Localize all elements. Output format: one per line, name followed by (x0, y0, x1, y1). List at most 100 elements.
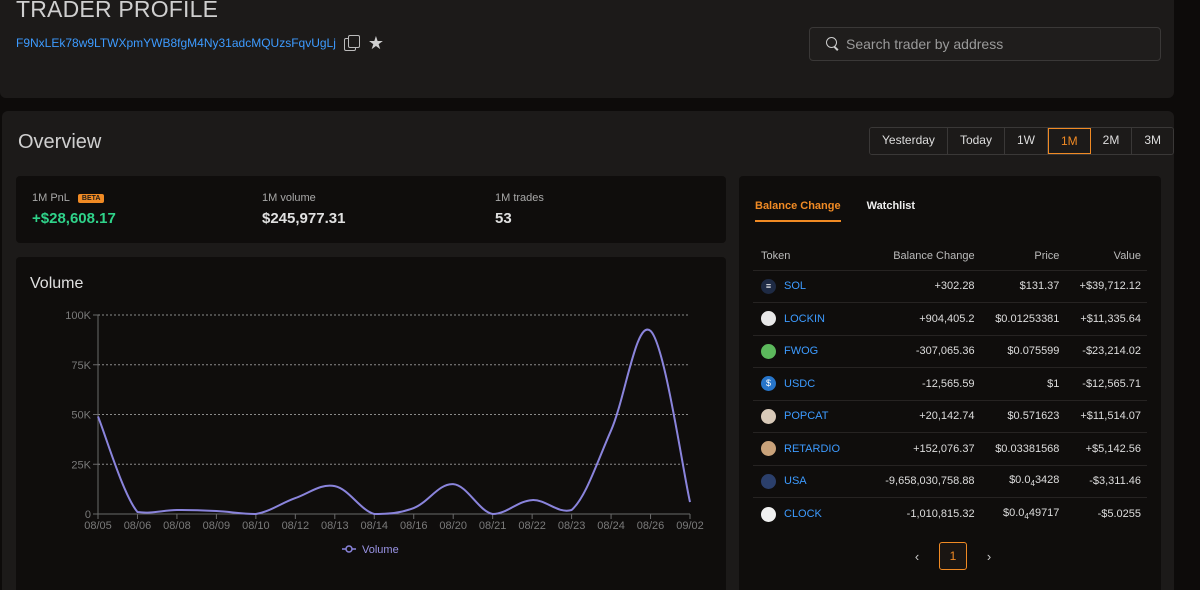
stats-card: 1M PnL BETA +$28,608.17 1M volume $245,9… (16, 176, 726, 243)
value-cell: +$11,514.07 (1065, 399, 1147, 433)
pager-next-button[interactable]: › (983, 549, 995, 564)
x-tick-label: 08/05 (84, 520, 112, 532)
volume-series-line (97, 328, 691, 516)
token-name[interactable]: USDC (784, 378, 815, 390)
beta-badge: BETA (77, 193, 105, 203)
pager: ‹ 1 › (911, 542, 995, 570)
table-row[interactable]: USA -9,658,030,758.88 $0.043428 -$3,311.46 (753, 464, 1147, 498)
value-cell: -$12,565.71 (1065, 367, 1147, 400)
balance-change-cell: +302.28 (865, 269, 981, 303)
table-row[interactable]: CLOCK -1,010,815.32 $0.0449717 -$5.0255 (753, 497, 1147, 530)
usdc-logo-icon: $ (761, 376, 776, 392)
x-tick-label: 08/10 (242, 520, 270, 532)
table-row[interactable]: POPCAT +20,142.74 $0.571623 +$11,514.07 (753, 399, 1147, 433)
retardio-logo-icon (761, 441, 776, 457)
range-tab-3m[interactable]: 3M (1132, 128, 1173, 154)
column-header-value: Value (1113, 249, 1141, 262)
volume-stat: 1M volume $245,977.31 (262, 192, 345, 227)
legend-marker-icon (345, 545, 353, 553)
balance-change-cell: -307,065.36 (865, 334, 981, 368)
volume-card: Volume 0 25K 50K 75K 100K 08/05 08/06 08/08 08/0… (16, 257, 726, 590)
x-tick-label: 08/16 (400, 520, 428, 532)
range-tab-yesterday[interactable]: Yesterday (870, 128, 948, 154)
column-header-balance-change: Balance Change (893, 249, 975, 262)
x-tick-label: 09/02 (676, 520, 704, 532)
x-tick-label: 08/21 (479, 520, 507, 532)
balance-change-cell: +904,405.2 (865, 302, 981, 335)
x-tick-label: 08/23 (558, 520, 586, 532)
x-tick-label: 08/22 (518, 520, 546, 532)
range-tab-1m[interactable]: 1M (1047, 128, 1091, 154)
search-input[interactable] (846, 36, 1146, 52)
volume-chart: 025K50K75K100K08/05 08/06 08/08 08/09 08/10 0… (65, 310, 704, 556)
volume-label: 1M volume (262, 192, 316, 204)
table-row[interactable]: RETARDIO +152,076.37 $0.03381568 +$5,142.56 (753, 432, 1147, 465)
price-cell: $0.043428 (980, 464, 1066, 498)
tab-watchlist[interactable]: Watchlist (867, 200, 916, 222)
table-row[interactable]: LOCKIN +904,405.2 $0.01253381 +$11,335.64 (753, 302, 1147, 335)
popcat-logo-icon (761, 408, 776, 424)
value-cell: +$39,712.12 (1065, 269, 1147, 303)
trades-stat: 1M trades 53 (495, 192, 544, 227)
range-tab-today[interactable]: Today (947, 128, 1005, 154)
tab-balance-change[interactable]: Balance Change (755, 200, 841, 222)
star-icon[interactable]: ★ (368, 34, 384, 52)
x-tick-label: 08/26 (637, 520, 665, 532)
value-cell: -$23,214.02 (1065, 334, 1147, 368)
balance-tabs: Balance Change Watchlist (755, 200, 915, 222)
value-cell: -$5.0255 (1065, 497, 1147, 530)
column-header-token: Token (761, 249, 791, 262)
pnl-value: +$28,608.17 (32, 210, 116, 227)
token-name[interactable]: LOCKIN (784, 313, 825, 325)
clock-logo-icon (761, 506, 776, 522)
x-tick-label: 08/24 (597, 520, 625, 532)
balance-change-cell: -9,658,030,758.88 (865, 464, 981, 498)
token-name[interactable]: POPCAT (784, 410, 828, 422)
volume-title: Volume (30, 275, 84, 292)
token-name[interactable]: SOL (784, 280, 806, 292)
value-cell: +$11,335.64 (1065, 302, 1147, 335)
range-tab-1w[interactable]: 1W (1004, 128, 1048, 154)
x-tick-label: 08/20 (439, 520, 467, 532)
header-panel: TRADER PROFILE F9NxLEk78w9LTWXpmYWB8fgM4… (0, 0, 1174, 98)
price-cell: $131.37 (980, 269, 1066, 303)
table-row[interactable]: ≡ SOL +302.28 $131.37 +$39,712.12 (753, 269, 1147, 303)
token-name[interactable]: RETARDIO (784, 443, 840, 455)
table-row[interactable]: FWOG -307,065.36 $0.075599 -$23,214.02 (753, 334, 1147, 368)
table-row[interactable]: $ USDC -12,565.59 $1 -$12,565.71 (753, 367, 1147, 400)
price-cell: $0.075599 (980, 334, 1066, 368)
page-title: TRADER PROFILE (16, 0, 219, 22)
pager-page-button[interactable]: 1 (939, 542, 967, 570)
y-tick-label: 75K (71, 360, 91, 372)
column-header-price: Price (1034, 249, 1060, 262)
range-tab-2m[interactable]: 2M (1090, 128, 1133, 154)
search-box[interactable] (809, 27, 1161, 61)
lockin-logo-icon (761, 311, 776, 327)
x-tick-label: 08/08 (163, 520, 191, 532)
pager-prev-button[interactable]: ‹ (911, 549, 923, 564)
fwog-logo-icon (761, 343, 776, 359)
token-name[interactable]: FWOG (784, 345, 818, 357)
trader-address[interactable]: F9NxLEk78w9LTWXpmYWB8fgM4Ny31adcMQUzsFqv… (16, 36, 336, 50)
x-tick-label: 08/09 (203, 520, 231, 532)
copy-icon[interactable] (343, 35, 360, 51)
usa-logo-icon (761, 473, 776, 489)
token-name[interactable]: USA (784, 475, 807, 487)
table-header: Token Balance Change Price Value (753, 242, 1147, 270)
x-tick-label: 08/14 (361, 520, 389, 532)
range-tabs: Yesterday Today 1W 1M 2M 3M (869, 127, 1174, 155)
price-cell: $1 (980, 367, 1066, 400)
x-tick-label: 08/13 (321, 520, 349, 532)
price-cell: $0.03381568 (980, 432, 1066, 465)
balance-change-cell: -12,565.59 (865, 367, 981, 400)
y-tick-label: 25K (71, 459, 91, 471)
address-row: F9NxLEk78w9LTWXpmYWB8fgM4Ny31adcMQUzsFqv… (16, 34, 384, 52)
price-cell: $0.571623 (980, 399, 1066, 433)
token-name[interactable]: CLOCK (784, 508, 822, 520)
pnl-stat: 1M PnL BETA +$28,608.17 (32, 192, 116, 227)
legend-label: Volume (362, 544, 399, 556)
trades-value: 53 (495, 210, 512, 227)
search-icon (826, 37, 840, 51)
x-tick-label: 08/06 (124, 520, 152, 532)
x-tick-label: 08/12 (282, 520, 310, 532)
